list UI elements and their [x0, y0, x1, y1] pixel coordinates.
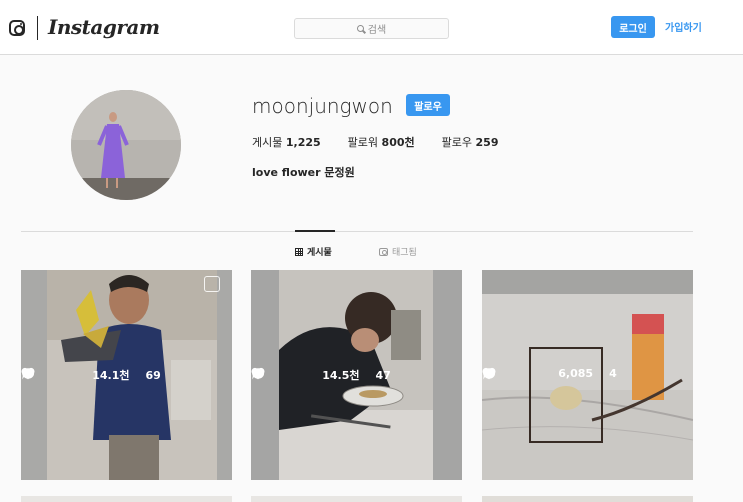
- search-placeholder: 검색: [367, 25, 387, 36]
- post-likes: 14.5천: [322, 369, 360, 382]
- post-stats: 6,085 4: [482, 367, 693, 380]
- stat-posts: 게시물 1,225: [252, 136, 321, 149]
- tabs-divider: [21, 231, 693, 232]
- post-comments: 4: [609, 367, 617, 380]
- post-stats: 14.1천 69: [21, 367, 232, 383]
- tab-posts-label: 게시물: [307, 248, 332, 258]
- post-tile[interactable]: 6,085 4: [482, 270, 693, 480]
- profile-username: moonjungwon: [252, 94, 393, 118]
- comment-icon: [22, 368, 35, 380]
- comment-icon: [483, 368, 496, 380]
- follow-button[interactable]: 팔로우: [406, 94, 450, 116]
- post-likes: 14.1천: [92, 369, 130, 382]
- top-nav-bar: Instagram 검색 로그인 가입하기: [0, 0, 743, 55]
- profile-bio: love flower 문정원: [252, 166, 355, 179]
- profile-stats: 게시물 1,225 팔로워 800천 팔로우 259: [252, 134, 525, 150]
- comment-icon: [252, 368, 265, 380]
- next-row-post-tile[interactable]: [21, 496, 232, 502]
- search-input[interactable]: 검색: [294, 18, 449, 39]
- post-comments: 69: [145, 368, 161, 382]
- post-tile[interactable]: 14.5천 47: [251, 270, 462, 480]
- tag-icon: [379, 247, 388, 256]
- stat-following[interactable]: 팔로우 259: [442, 134, 499, 150]
- profile-avatar[interactable]: [71, 90, 181, 200]
- post-tile[interactable]: 14.1천 69: [21, 270, 232, 480]
- next-row-post-tile[interactable]: [251, 496, 462, 502]
- instagram-camera-icon[interactable]: [9, 20, 25, 36]
- post-comments: 47: [375, 368, 391, 382]
- instagram-wordmark[interactable]: Instagram: [48, 15, 160, 39]
- login-button[interactable]: 로그인: [611, 16, 655, 38]
- post-likes: 6,085: [558, 367, 594, 380]
- tab-tagged[interactable]: 태그됨: [379, 245, 417, 258]
- post-stats: 14.5천 47: [251, 367, 462, 383]
- active-tab-indicator: [295, 230, 335, 232]
- avatar-photo: [71, 90, 181, 200]
- grid-icon: [295, 247, 303, 256]
- search-icon: [356, 25, 364, 32]
- logo-divider: [37, 16, 38, 40]
- multi-photo-icon: [204, 276, 220, 292]
- tab-posts[interactable]: 게시물: [295, 245, 332, 258]
- signup-link[interactable]: 가입하기: [665, 19, 702, 34]
- tab-tagged-label: 태그됨: [392, 248, 417, 258]
- next-row-post-tile[interactable]: [482, 496, 693, 502]
- stat-followers[interactable]: 팔로워 800천: [348, 134, 415, 150]
